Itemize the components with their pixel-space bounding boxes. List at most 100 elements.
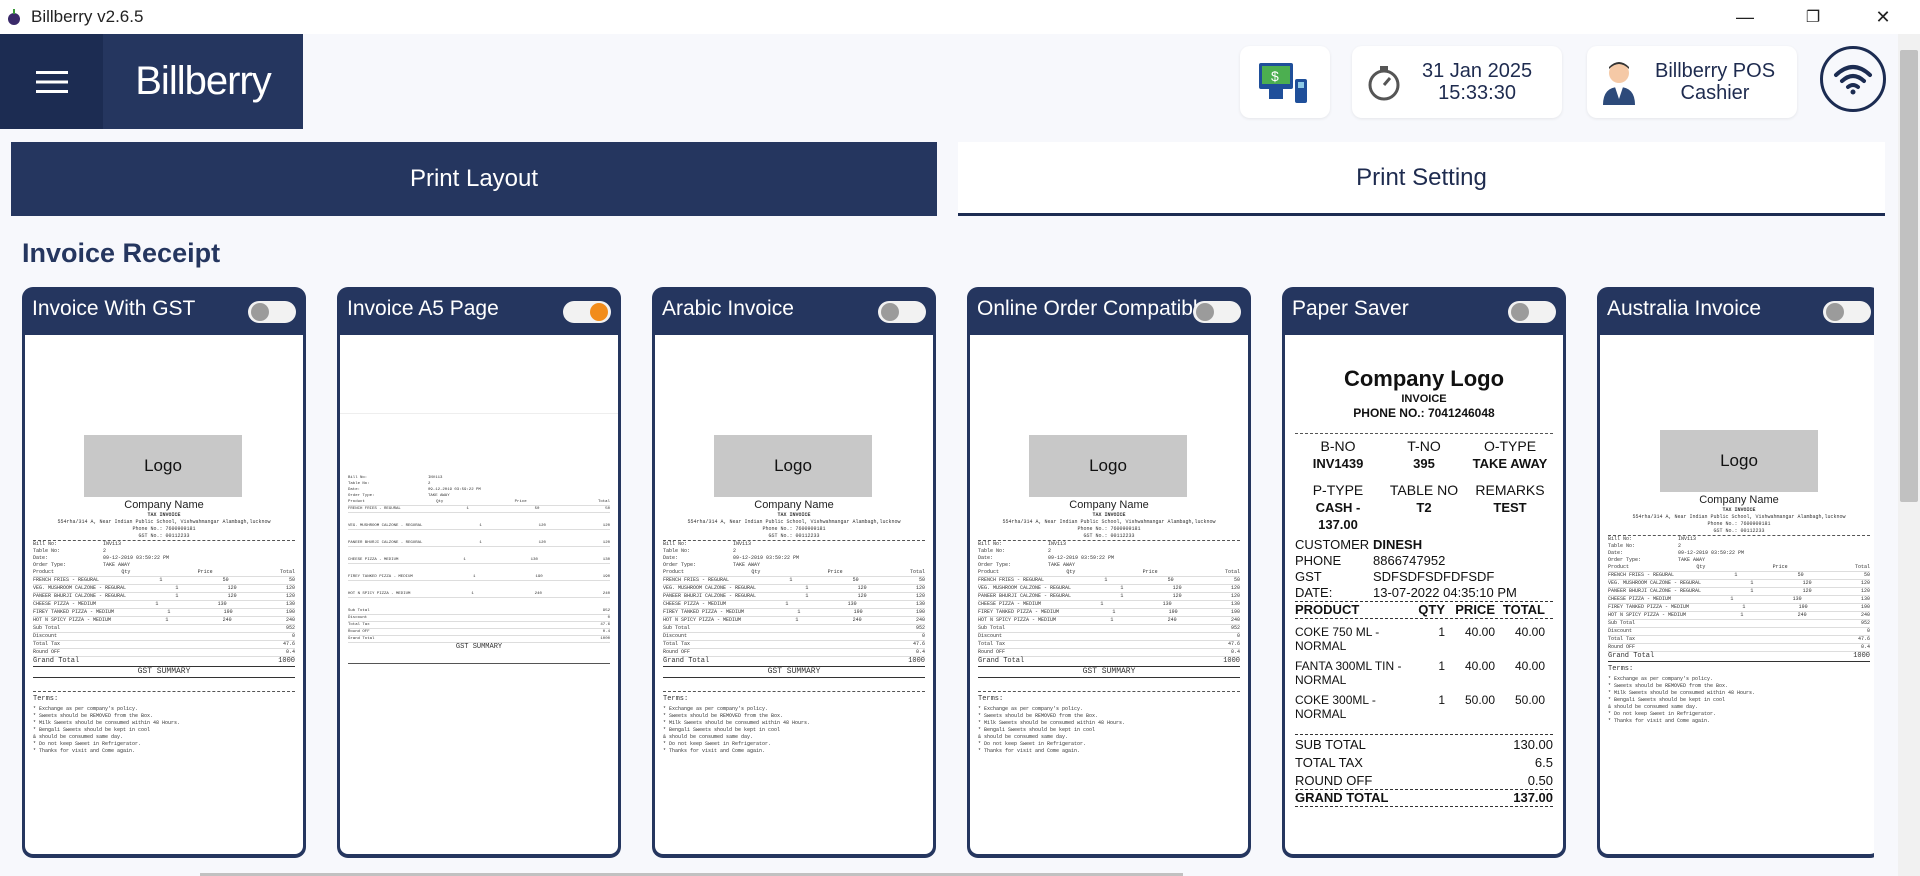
grand-total-label: Grand Total (1608, 652, 1655, 660)
layout-card[interactable]: Invoice A5 Page Bill No: INV113 Table No: 2 D… (337, 287, 621, 858)
maximize-button[interactable]: ❐ (1778, 0, 1848, 34)
grand-total-value: 137.00 (1513, 790, 1553, 805)
terms-line: * Thanks for visit and Come again. (978, 748, 1081, 754)
meta-row: Bill No: INV113 (33, 541, 295, 548)
item-cell: FIREY TANKED PIZZA - MEDIUM (348, 575, 413, 579)
date-label: 31 Jan 2025 (1422, 60, 1533, 82)
minimize-button[interactable]: — (1710, 0, 1780, 34)
receipt-header-line: GST No.: 00112233 (1713, 528, 1765, 534)
total-label: TOTAL TAX (1295, 755, 1363, 770)
info-row: P-TYPE TABLE NO REMARKS (1295, 482, 1553, 499)
enable-toggle[interactable] (1508, 301, 1556, 323)
enable-toggle[interactable] (248, 301, 296, 323)
meta-value: 09-12-2019 03:59:22 PM (1678, 550, 1745, 556)
receipt-header-line: INVOICE (1401, 393, 1447, 405)
meta-label: Bill No: (1608, 536, 1633, 542)
meta-row: Date: 09-12-2019 03:59:22 PM (1608, 550, 1870, 557)
item-cell: COKE 750 ML - NORMAL (1295, 625, 1380, 653)
wifi-status-button[interactable] (1820, 46, 1886, 112)
enable-toggle[interactable] (1823, 301, 1871, 323)
item-row: PANEER BHURJI CALZONE - REGURAL 1 120 120 (1608, 588, 1870, 596)
item-cell: 1 (175, 593, 179, 599)
total-label: Total Tax (348, 623, 370, 627)
item-cell: 240 (852, 617, 862, 623)
enable-toggle[interactable] (563, 301, 611, 323)
tab-print-setting[interactable]: Print Setting (958, 142, 1885, 216)
total-row: Discount 0 (348, 615, 610, 622)
terms-line: * Exchange as per company's policy. (663, 706, 769, 712)
terms-line: * Do not keep Sweet in Refrigerator. (978, 741, 1087, 747)
layout-card[interactable]: Online Order Compatible Logo Company Name T… (967, 287, 1251, 858)
customer-label: DATE: (1295, 585, 1333, 600)
customer-row: PHONE 8866747952 (1295, 553, 1553, 569)
receipt-preview: Bill No: INV113 Table No: 2 Date: 09-12-2019 … (340, 335, 618, 854)
gst-summary-title: GST SUMMARY (455, 643, 503, 651)
item-cell: 1 (463, 558, 466, 562)
item-cell: HOT N SPICY PIZZA - MEDIUM (663, 617, 742, 623)
receipt-body: TAX INVOICE 554rha/314 A, Near Indian Pub… (663, 512, 925, 755)
items-header: Product Qty Price Total (1608, 564, 1870, 572)
tab-print-layout[interactable]: Print Layout (11, 142, 937, 216)
pos-terminal-icon: $ (1259, 63, 1307, 103)
item-cell: 1 (797, 609, 801, 615)
total-value: 0 (1866, 628, 1870, 634)
layout-card[interactable]: Invoice With GST Logo Company Name TAX INVO… (22, 287, 306, 858)
info-row: INV1439 395 TAKE AWAY (1295, 455, 1553, 472)
column-header: Product (33, 569, 55, 575)
enable-toggle[interactable] (1193, 301, 1241, 323)
item-cell: 120 (1860, 588, 1870, 594)
enable-toggle[interactable] (878, 301, 926, 323)
item-cell: 1 (789, 577, 793, 583)
title-bar: Billberry v2.6.5 — ❐ ✕ (0, 0, 1920, 34)
receipt-header-line: Phone No.: 7600909181 (132, 526, 196, 532)
vertical-scroll-thumb[interactable] (1900, 50, 1918, 502)
column-header: PRICE (1455, 602, 1495, 617)
terms-title: Terms: (663, 695, 689, 703)
cash-register-button[interactable]: $ (1240, 46, 1330, 118)
layout-card[interactable]: Australia Invoice Logo Company Name TAX INV… (1597, 287, 1874, 858)
menu-button[interactable] (0, 34, 103, 129)
total-value: 0.4 (1860, 644, 1870, 650)
grand-total-value: 1000 (278, 657, 295, 665)
item-row: FIREY TANKED PIZZA - MEDIUM 1 190 190 (33, 609, 295, 617)
item-cell: CHEESE PIZZA - MEDIUM (663, 601, 727, 607)
total-label: Discount (33, 633, 58, 639)
layout-card[interactable]: Paper Saver Company Logo INVOICE PHONE NO.:… (1282, 287, 1566, 858)
item-row: FRENCH FRIES - REGURAL 1 50 50 (33, 577, 295, 585)
item-cell: HOT N SPICY PIZZA - MEDIUM (978, 617, 1057, 623)
item-cell: 120 (227, 585, 237, 591)
total-label: Total Tax (1608, 636, 1636, 642)
layout-card[interactable]: Arabic Invoice Logo Company Name TAX INVOIC… (652, 287, 936, 858)
user-card[interactable]: Billberry POS Cashier (1587, 46, 1797, 118)
item-cell: 240 (1797, 612, 1807, 618)
receipt-header-line: 554rha/314 A, Near Indian Public School,… (1632, 514, 1846, 520)
meta-value: 09-12-2019 03:59:22 PM (103, 555, 170, 561)
info-cell: TABLE NO (1389, 482, 1459, 498)
receipt-body: TAX INVOICE 554rha/314 A, Near Indian Pub… (978, 512, 1240, 755)
item-cell: 1 (1104, 577, 1108, 583)
meta-label: Date: (33, 555, 49, 561)
meta-label: Bill No: (663, 541, 688, 547)
stopwatch-icon (1368, 66, 1400, 101)
info-cell: 395 (1413, 456, 1435, 471)
layout-card-title: Online Order Compatible (977, 297, 1207, 320)
receipt-header-line: PHONE NO.: 7041246048 (1353, 406, 1495, 420)
terms-line: * Bengali Sweets should be kept in cool (1608, 697, 1726, 703)
meta-label: Bill No: (978, 541, 1003, 547)
close-button[interactable]: ✕ (1848, 0, 1918, 34)
column-header: Total (597, 500, 610, 504)
total-label: SUB TOTAL (1295, 737, 1366, 752)
item-cell: 50 (1863, 572, 1870, 578)
info-cell: P-TYPE (1312, 482, 1364, 498)
info-cell: REMARKS (1475, 482, 1545, 498)
item-cell: 1 (1742, 604, 1746, 610)
info-cell: INV1439 (1312, 456, 1364, 471)
total-value: 6.5 (1534, 755, 1553, 770)
logo-placeholder: Logo (84, 435, 242, 497)
meta-row: Table No: 2 (663, 548, 925, 555)
column-header: Price (514, 500, 527, 504)
total-row: Total Tax 47.6 (1608, 636, 1870, 644)
wifi-icon (1834, 65, 1872, 95)
item-cell: 240 (602, 592, 610, 596)
meta-row: Date: 09-12-2019 03:59:22 PM (978, 555, 1240, 562)
